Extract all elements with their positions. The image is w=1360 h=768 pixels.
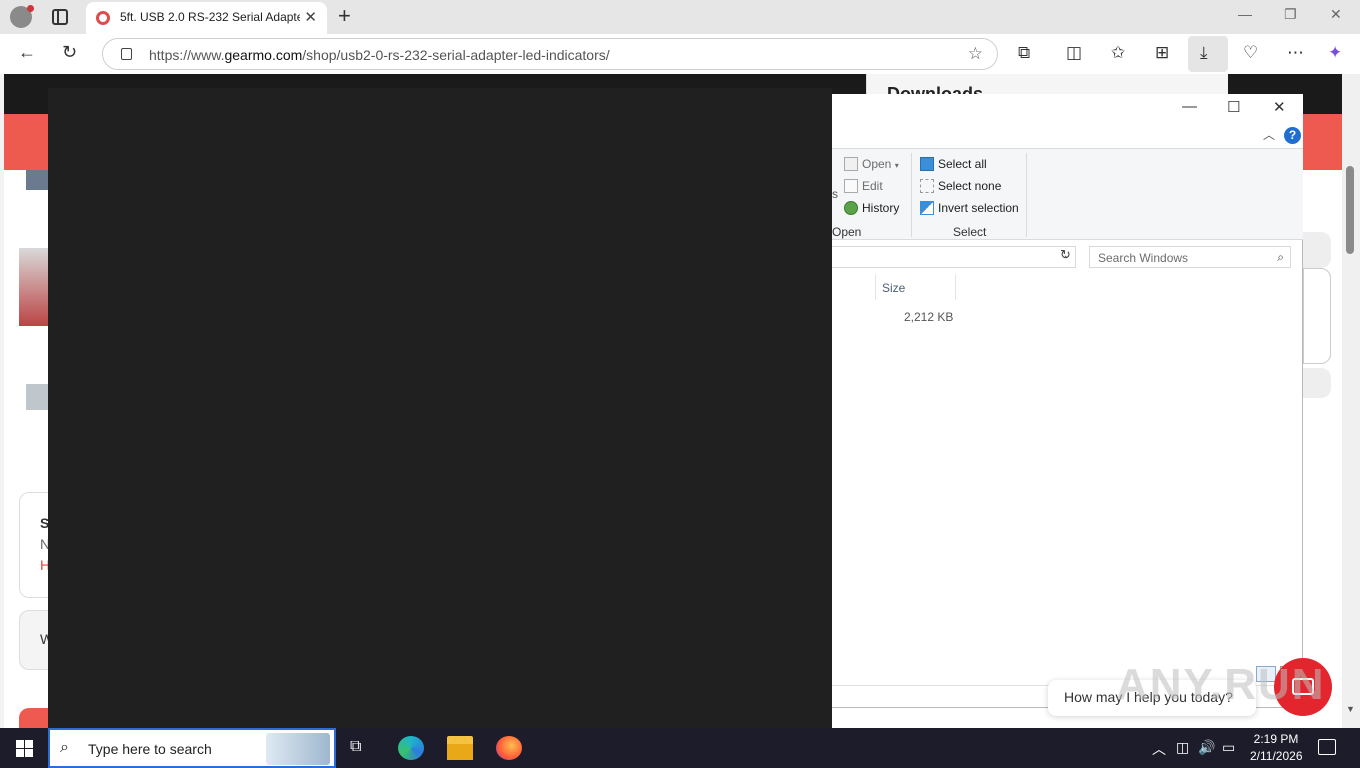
split-screen-icon[interactable]: ◫ xyxy=(1066,43,1082,63)
select-none-button[interactable]: Select none xyxy=(920,179,1001,193)
page-side-button[interactable] xyxy=(1303,368,1331,398)
tab-title: 5ft. USB 2.0 RS-232 Serial Adapter xyxy=(120,10,300,24)
select-all-icon xyxy=(920,157,934,171)
browser-tab-bar: 5ft. USB 2.0 RS-232 Serial Adapter ✕ + —… xyxy=(0,0,1360,34)
column-header-size[interactable]: Size xyxy=(882,281,905,295)
select-none-label: Select none xyxy=(938,179,1002,193)
history-icon xyxy=(844,201,858,215)
volume-icon[interactable]: 🔊 xyxy=(1198,739,1215,756)
help-icon[interactable]: ? xyxy=(1284,127,1301,144)
downloads-button[interactable]: ⤓ xyxy=(1188,36,1228,72)
gearmo-favicon-icon xyxy=(96,11,110,25)
ribbon-home: s Open ▾ Edit History Open Select all Se… xyxy=(832,148,1303,240)
edit-icon xyxy=(844,179,858,193)
anyrun-watermark: ANY.RUN xyxy=(1116,660,1326,709)
explorer-close-button[interactable]: ✕ xyxy=(1273,98,1286,116)
windows-taskbar: ⌕ Type here to search ⧉ ︿ ◫ 🔊 ▭ 2:19 PM … xyxy=(0,728,1360,768)
notifications-icon[interactable] xyxy=(1318,739,1336,755)
browser-restore-button[interactable]: ❐ xyxy=(1284,6,1297,23)
chevron-down-icon: ▾ xyxy=(894,161,899,170)
column-separator[interactable] xyxy=(955,274,956,300)
tab-active[interactable]: 5ft. USB 2.0 RS-232 Serial Adapter ✕ xyxy=(86,2,327,34)
file-explorer-window: — ☐ ✕ ︿ ? s Open ▾ Edit History Open Sel… xyxy=(832,94,1303,708)
edge-browser-icon[interactable] xyxy=(398,736,424,760)
tab-close-button[interactable]: ✕ xyxy=(304,8,317,26)
ribbon-open-button[interactable]: Open ▾ xyxy=(844,157,899,171)
page-side-panel xyxy=(1303,268,1331,364)
explorer-address-bar[interactable]: ⌄ xyxy=(832,246,1076,268)
ribbon-separator xyxy=(911,153,912,237)
download-icon: ⤓ xyxy=(1200,43,1208,62)
black-window[interactable] xyxy=(48,88,832,728)
new-tab-button[interactable]: + xyxy=(338,3,351,29)
clock-date: 2/11/2026 xyxy=(1250,749,1303,763)
taskbar-search-box[interactable]: ⌕ Type here to search xyxy=(48,728,336,768)
select-none-icon xyxy=(920,179,934,193)
explorer-search-input[interactable]: Search Windows ⌕ xyxy=(1089,246,1291,268)
profile-avatar-icon[interactable] xyxy=(10,5,34,28)
task-view-icon[interactable]: ⧉ xyxy=(350,738,361,756)
ribbon-edit-button[interactable]: Edit xyxy=(844,179,883,193)
file-explorer-icon[interactable] xyxy=(447,736,473,760)
refresh-icon[interactable]: ↻ xyxy=(62,42,77,63)
show-hidden-icons-chevron-icon[interactable]: ︿ xyxy=(1152,739,1166,759)
ribbon-history-button[interactable]: History xyxy=(844,201,899,215)
select-all-button[interactable]: Select all xyxy=(920,157,987,171)
edit-label: Edit xyxy=(862,179,883,193)
browser-close-button[interactable]: ✕ xyxy=(1330,6,1342,23)
select-all-label: Select all xyxy=(938,157,987,171)
network-icon[interactable]: ▭ xyxy=(1222,739,1235,756)
page-side-button[interactable] xyxy=(1303,232,1331,268)
explorer-search-placeholder: Search Windows xyxy=(1098,251,1189,265)
search-icon: ⌕ xyxy=(60,739,69,756)
search-highlight-image xyxy=(266,733,330,765)
browser-essentials-icon[interactable]: ♡ xyxy=(1243,43,1258,63)
taskbar-search-placeholder: Type here to search xyxy=(88,741,212,757)
taskbar-clock[interactable]: 2:19 PM 2/11/2026 xyxy=(1250,731,1303,765)
device-icon[interactable]: ◫ xyxy=(1176,739,1189,756)
explorer-refresh-icon[interactable]: ↻ xyxy=(1060,247,1071,263)
column-separator[interactable] xyxy=(875,274,876,300)
explorer-title-bar[interactable]: — ☐ ✕ xyxy=(832,94,1303,124)
invert-selection-label: Invert selection xyxy=(938,201,1019,215)
back-arrow-icon[interactable]: ← xyxy=(18,42,36,63)
windows-start-icon[interactable] xyxy=(16,740,33,757)
lock-icon[interactable] xyxy=(121,48,132,60)
ribbon-fragment: s xyxy=(832,187,838,201)
ribbon-separator xyxy=(1026,153,1027,237)
favorite-star-icon[interactable]: ☆ xyxy=(968,44,983,64)
ribbon-group-open: Open xyxy=(832,225,862,239)
history-label: History xyxy=(862,201,900,215)
collections-icon[interactable]: ⊞ xyxy=(1155,43,1169,63)
search-icon: ⌕ xyxy=(1277,250,1284,264)
page-scrollbar[interactable]: ▼ xyxy=(1342,74,1360,728)
browser-toolbar: ← ↻ https://www.gearmo.com/shop/usb2-0-r… xyxy=(0,34,1360,74)
firefox-icon[interactable] xyxy=(496,736,522,760)
vertical-tabs-icon[interactable] xyxy=(52,9,68,25)
invert-selection-icon xyxy=(920,201,934,215)
invert-selection-button[interactable]: Invert selection xyxy=(920,201,1019,215)
explorer-maximize-button[interactable]: ☐ xyxy=(1227,98,1240,116)
address-bar[interactable]: https://www.gearmo.com/shop/usb2-0-rs-23… xyxy=(102,38,998,70)
open-label: Open xyxy=(862,157,892,171)
scroll-down-arrow-icon[interactable]: ▼ xyxy=(1346,704,1355,714)
clock-time: 2:19 PM xyxy=(1253,732,1299,746)
page-scrollbar-thumb[interactable] xyxy=(1346,166,1354,254)
browser-minimize-button[interactable]: — xyxy=(1238,6,1252,22)
ribbon-collapse-chevron-icon[interactable]: ︿ xyxy=(1263,126,1275,143)
ribbon-group-select: Select xyxy=(953,225,987,239)
extensions-icon[interactable]: ⧉ xyxy=(1018,43,1030,63)
more-menu-icon[interactable]: ⋯ xyxy=(1287,43,1304,63)
url-text[interactable]: https://www.gearmo.com/shop/usb2-0-rs-23… xyxy=(149,47,610,63)
ribbon-tab-row: ︿ ? xyxy=(832,124,1303,148)
favorites-icon[interactable]: ✩ xyxy=(1111,43,1125,63)
explorer-minimize-button[interactable]: — xyxy=(1182,98,1197,115)
copilot-icon[interactable]: ✦ xyxy=(1328,43,1342,63)
file-size-cell[interactable]: 2,212 KB xyxy=(904,310,953,324)
open-icon xyxy=(844,157,858,171)
